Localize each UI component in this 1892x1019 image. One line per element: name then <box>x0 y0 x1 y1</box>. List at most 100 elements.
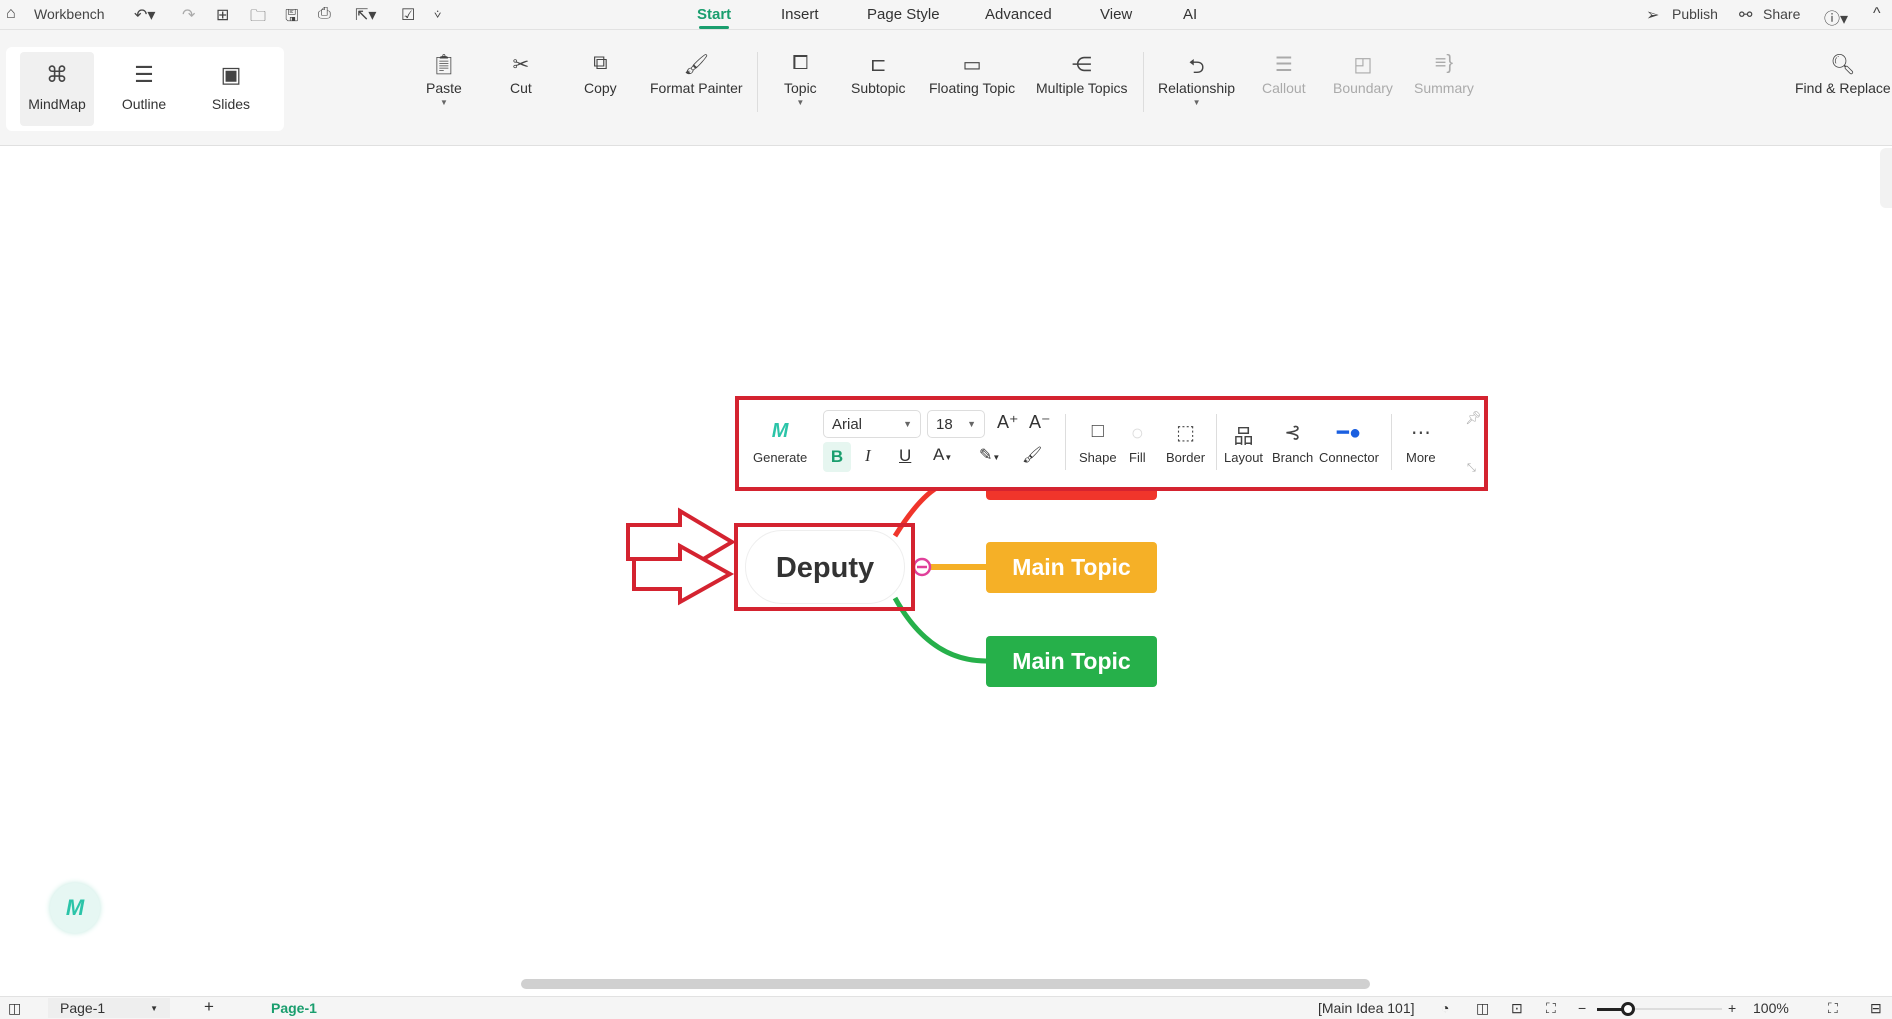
ai-assistant-button[interactable]: M <box>50 883 100 933</box>
font-size-select[interactable]: 18 ▼ <box>927 410 985 438</box>
central-topic[interactable]: Deputy <box>745 530 905 604</box>
border-icon: ⬚ <box>1176 422 1195 444</box>
print-icon[interactable]: ⎙ <box>318 5 331 23</box>
branch-button[interactable]: ⊰ Branch <box>1272 420 1313 465</box>
home-icon[interactable]: ⌂ <box>6 5 16 23</box>
save-icon[interactable]: 🖫 <box>285 5 299 32</box>
zoom-in-icon[interactable]: + <box>1728 1000 1736 1016</box>
sidebar-toggle-icon[interactable]: ◫ <box>8 1000 21 1017</box>
connector-button[interactable]: ━● Connector <box>1319 420 1379 465</box>
italic-button[interactable]: I <box>865 446 871 466</box>
font-family-select[interactable]: Arial ▼ <box>823 410 921 438</box>
fullscreen-fit-icon[interactable]: ⛶ <box>1546 1000 1556 1017</box>
topic-button[interactable]: ⧠ Topic ▼ <box>784 52 817 107</box>
tab-view[interactable]: View <box>1100 6 1132 23</box>
tab-advanced[interactable]: Advanced <box>985 6 1052 23</box>
ai-logo-icon: M <box>771 420 789 442</box>
copy-button[interactable]: ⧉ Copy <box>584 52 617 96</box>
share-button[interactable]: Share <box>1763 6 1800 22</box>
highlighter-icon[interactable]: ✎▼ <box>979 445 1000 465</box>
tab-ai[interactable]: AI <box>1183 6 1197 23</box>
page-tab[interactable]: Page-1 <box>271 1000 317 1016</box>
layout-icon: 品 <box>1233 426 1254 448</box>
share-icon[interactable]: ⚯ <box>1739 5 1752 25</box>
publish-icon[interactable]: ➢ <box>1646 5 1659 25</box>
customize-icon[interactable]: ⩒ <box>434 7 441 22</box>
subtopic-button[interactable]: ⊏ Subtopic <box>851 52 905 96</box>
collapse-toolbar-icon[interactable]: ⤡ <box>1467 462 1476 475</box>
fullscreen-icon[interactable]: ⛶ <box>1828 1000 1838 1017</box>
chevron-down-icon: ▼ <box>967 419 976 429</box>
side-panel-toggle[interactable] <box>1880 148 1892 208</box>
mindmap-connectors <box>626 483 987 664</box>
zoom-slider-handle[interactable] <box>1621 1002 1636 1016</box>
view-outline[interactable]: ☰ Outline <box>107 52 181 126</box>
add-page-icon[interactable]: + <box>204 997 214 1017</box>
format-painter-button[interactable]: 🖌︎ Format Painter <box>650 52 743 96</box>
publish-button[interactable]: Publish <box>1672 6 1718 22</box>
paste-button[interactable]: 📋︎ Paste ▼ <box>426 52 462 107</box>
callout-button[interactable]: ☰ Callout <box>1262 52 1306 96</box>
view-mindmap[interactable]: ⌘ MindMap <box>20 52 94 126</box>
increase-font-icon[interactable]: A⁺ <box>997 412 1019 433</box>
border-button[interactable]: ⬚ Border <box>1166 420 1205 465</box>
collapse-ribbon-icon[interactable]: ^ <box>1873 5 1881 23</box>
cut-button[interactable]: ✂ Cut <box>510 52 532 96</box>
zoom-out-icon[interactable]: − <box>1578 1000 1586 1016</box>
font-color-icon[interactable]: A▼ <box>933 445 952 465</box>
view-slides[interactable]: ▣ Slides <box>194 52 268 126</box>
generate-button[interactable]: M Generate <box>753 420 807 465</box>
fit-icon[interactable]: ⊡ <box>1511 1000 1523 1017</box>
chevron-down-icon: ▼ <box>903 419 912 429</box>
decrease-font-icon[interactable]: A⁻ <box>1029 412 1051 433</box>
mindmap-icon: ⌘ <box>46 62 68 87</box>
floating-topic-icon: ▭ <box>962 54 982 76</box>
floating-topic-button[interactable]: ▭ Floating Topic <box>929 52 1015 96</box>
layout-button[interactable]: 品 Layout <box>1224 420 1263 465</box>
brush-icon: 🖌︎ <box>683 54 709 76</box>
panel-icon[interactable]: ⊟ <box>1870 1000 1882 1017</box>
underline-button[interactable]: U <box>899 446 911 466</box>
page-select[interactable]: Page-1 ▼ <box>48 998 170 1018</box>
export-icon[interactable]: ⇱▾ <box>355 5 376 25</box>
selection-info: [Main Idea 101] <box>1318 1000 1415 1016</box>
tab-page-style[interactable]: Page Style <box>867 6 940 23</box>
workbench-link[interactable]: Workbench <box>34 6 105 22</box>
boundary-button[interactable]: ◰ Boundary <box>1333 52 1393 96</box>
book-view-icon[interactable]: ◫ <box>1476 1000 1489 1017</box>
relationship-button[interactable]: ⮌ Relationship ▼ <box>1158 52 1235 107</box>
outline-icon: ☰ <box>134 62 154 87</box>
floating-format-toolbar: M Generate Arial ▼ 18 ▼ A⁺ A⁻ B I U A▼ ✎▼ 🖌… <box>735 396 1488 491</box>
tab-start[interactable]: Start <box>697 6 731 29</box>
theme-icon[interactable]: ◔ <box>1441 1000 1449 1016</box>
title-bar: ⌂ Workbench ↶▾ ↷ ⊞ 🗀 🖫 ⎙ ⇱▾ ☑ ⩒ Start In… <box>0 0 1892 30</box>
shape-button[interactable]: □ Shape <box>1079 420 1117 465</box>
undo-icon[interactable]: ↶▾ <box>134 5 155 25</box>
zoom-slider[interactable] <box>1597 1002 1722 1016</box>
view-switcher: ⌘ MindMap ☰ Outline ▣ Slides <box>6 47 284 131</box>
new-icon[interactable]: ⊞ <box>216 5 229 25</box>
pin-icon[interactable]: 📌︎ <box>1465 410 1482 426</box>
main-topic-green[interactable]: Main Topic <box>986 636 1157 687</box>
status-bar: ◫ Page-1 ▼ + Page-1 [Main Idea 101] ◔ ◫ ⊡… <box>0 996 1892 1019</box>
main-topic-orange[interactable]: Main Topic <box>986 542 1157 593</box>
divider <box>757 52 758 112</box>
multiple-topics-button[interactable]: ⋲ Multiple Topics <box>1036 52 1128 96</box>
fill-button[interactable]: ○ Fill <box>1129 420 1146 465</box>
copy-icon: ⧉ <box>593 52 608 74</box>
more-button[interactable]: ⋯ More <box>1406 420 1436 465</box>
clipboard-icon: 📋︎ <box>431 54 457 76</box>
branch-icon: ⊰ <box>1284 422 1301 444</box>
find-replace-button[interactable]: 🔍︎ Find & Replace <box>1795 52 1891 96</box>
help-icon[interactable]: ⓘ▾ <box>1824 5 1848 29</box>
open-folder-icon[interactable]: 🗀 <box>250 5 266 32</box>
clear-format-icon[interactable]: 🖌︎ <box>1022 445 1042 465</box>
summary-button[interactable]: ≡} Summary <box>1414 52 1474 96</box>
tab-insert[interactable]: Insert <box>781 6 819 23</box>
zoom-level[interactable]: 100% <box>1753 1000 1789 1016</box>
horizontal-scrollbar[interactable] <box>521 979 1370 989</box>
redo-icon[interactable]: ↷ <box>182 5 195 25</box>
bold-button[interactable]: B <box>823 442 851 472</box>
slides-icon: ▣ <box>220 62 242 87</box>
checklist-icon[interactable]: ☑ <box>401 5 415 25</box>
